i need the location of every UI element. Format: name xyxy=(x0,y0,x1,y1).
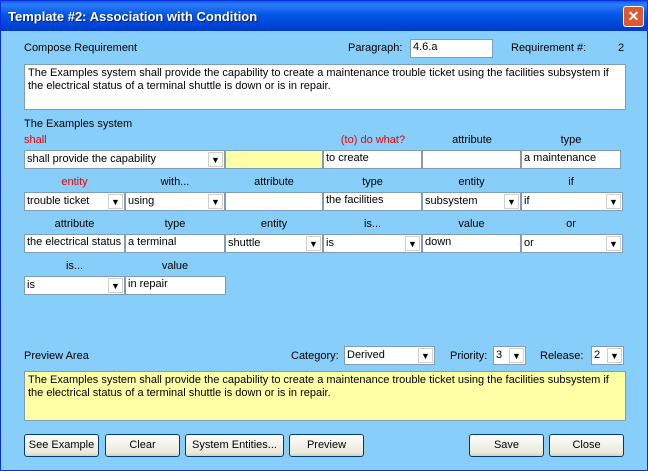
entity-header-1: entity xyxy=(61,176,88,188)
entity-dropdown-3-value: shuttle xyxy=(228,237,261,249)
dialog-window: Template #2: Association with Condition … xyxy=(0,0,648,471)
shall-dropdown[interactable]: shall provide the capability ▼ xyxy=(24,150,225,169)
shall-dropdown-value: shall provide the capability xyxy=(27,153,157,165)
chevron-down-icon[interactable]: ▼ xyxy=(606,194,621,209)
preview-label: Preview Area xyxy=(24,350,89,362)
paragraph-input[interactable]: 4.6.a xyxy=(410,39,493,58)
with-dropdown[interactable]: using ▼ xyxy=(125,192,225,211)
if-dropdown[interactable]: if ▼ xyxy=(521,192,623,211)
requirement-number: 2 xyxy=(618,42,625,54)
do-what-header: (to) do what? xyxy=(340,134,406,146)
requirement-label: Requirement #: xyxy=(511,42,587,54)
chevron-down-icon[interactable]: ▼ xyxy=(208,194,223,209)
entity-dropdown-3[interactable]: shuttle ▼ xyxy=(225,234,323,253)
if-dropdown-value: if xyxy=(524,195,530,207)
type-header-3: type xyxy=(164,218,186,230)
is-dropdown-2-value: is xyxy=(27,279,35,291)
attribute-header-2: attribute xyxy=(254,176,294,188)
preview-textarea: The Examples system shall provide the ca… xyxy=(24,371,626,421)
window-title: Template #2: Association with Condition xyxy=(8,9,258,24)
compose-label: Compose Requirement xyxy=(24,42,138,54)
value-header-1: value xyxy=(458,218,485,230)
attribute-input-1[interactable] xyxy=(422,150,521,169)
shall-header: shall xyxy=(24,134,47,146)
chevron-down-icon[interactable]: ▼ xyxy=(606,236,621,251)
is-dropdown-2[interactable]: is ▼ xyxy=(24,276,125,295)
type-header-2: type xyxy=(362,176,383,188)
chevron-down-icon[interactable]: ▼ xyxy=(108,194,123,209)
priority-dropdown-value: 3 xyxy=(496,349,503,361)
type-header-1: type xyxy=(560,134,582,146)
close-button[interactable]: Close xyxy=(549,434,624,457)
priority-label: Priority: xyxy=(450,350,488,362)
chevron-down-icon[interactable]: ▼ xyxy=(504,194,519,209)
with-header: with... xyxy=(160,176,190,188)
category-label: Category: xyxy=(291,350,339,362)
paragraph-label: Paragraph: xyxy=(348,42,403,54)
value-header-2: value xyxy=(161,260,189,272)
see-example-button[interactable]: See Example xyxy=(24,434,99,457)
value-input-2[interactable]: in repair xyxy=(125,276,226,295)
chevron-down-icon[interactable]: ▼ xyxy=(208,152,223,167)
chevron-down-icon[interactable]: ▼ xyxy=(607,348,622,363)
entity-header-3: entity xyxy=(260,218,288,230)
or-dropdown[interactable]: or ▼ xyxy=(521,234,623,253)
do-what-input[interactable]: to create xyxy=(323,150,422,169)
release-label: Release: xyxy=(540,350,584,362)
entity-dropdown-1-value: trouble ticket xyxy=(27,195,90,207)
is-header-2: is... xyxy=(65,260,84,272)
type-input-2[interactable]: the facilities xyxy=(323,192,422,211)
is-dropdown-1[interactable]: is ▼ xyxy=(323,234,422,253)
save-button[interactable]: Save xyxy=(469,434,544,457)
category-dropdown[interactable]: Derived ▼ xyxy=(344,346,435,365)
chevron-down-icon[interactable]: ▼ xyxy=(108,278,123,293)
chevron-down-icon[interactable]: ▼ xyxy=(418,348,433,363)
release-dropdown-value: 2 xyxy=(594,349,601,361)
system-label: The Examples system xyxy=(24,118,133,130)
or-dropdown-value: or xyxy=(524,237,534,249)
compose-textarea[interactable]: The Examples system shall provide the ca… xyxy=(24,64,626,110)
system-entities-button[interactable]: System Entities... xyxy=(185,434,284,457)
entity-header-2: entity xyxy=(458,176,485,188)
preview-button[interactable]: Preview xyxy=(289,434,364,457)
value-input-1[interactable]: down xyxy=(422,234,521,253)
category-dropdown-value: Derived xyxy=(347,349,385,361)
if-header: if xyxy=(568,176,574,188)
chevron-down-icon[interactable]: ▼ xyxy=(306,236,321,251)
type-input-3[interactable]: a terminal xyxy=(125,234,225,253)
clear-button[interactable]: Clear xyxy=(105,434,180,457)
entity-dropdown-2-value: subsystem xyxy=(425,195,478,207)
entity-dropdown-2[interactable]: subsystem ▼ xyxy=(422,192,521,211)
entity-dropdown-1[interactable]: trouble ticket ▼ xyxy=(24,192,125,211)
is-dropdown-1-value: is xyxy=(326,237,334,249)
attribute-header-1: attribute xyxy=(452,134,492,146)
chevron-down-icon[interactable]: ▼ xyxy=(405,236,420,251)
attribute-input-2[interactable] xyxy=(225,192,323,211)
with-dropdown-value: using xyxy=(128,195,155,207)
shall-extra-input[interactable] xyxy=(225,150,323,169)
is-header-1: is... xyxy=(363,218,382,230)
chevron-down-icon[interactable]: ▼ xyxy=(509,348,524,363)
or-header: or xyxy=(566,218,576,230)
type-input-1[interactable]: a maintenance xyxy=(521,150,621,169)
title-bar[interactable]: Template #2: Association with Condition … xyxy=(1,1,647,31)
attribute-input-3[interactable]: the electrical status xyxy=(24,234,125,253)
release-dropdown[interactable]: 2 ▼ xyxy=(591,346,624,365)
attribute-header-3: attribute xyxy=(54,218,95,230)
close-window-icon[interactable]: ✕ xyxy=(623,6,644,27)
priority-dropdown[interactable]: 3 ▼ xyxy=(493,346,526,365)
